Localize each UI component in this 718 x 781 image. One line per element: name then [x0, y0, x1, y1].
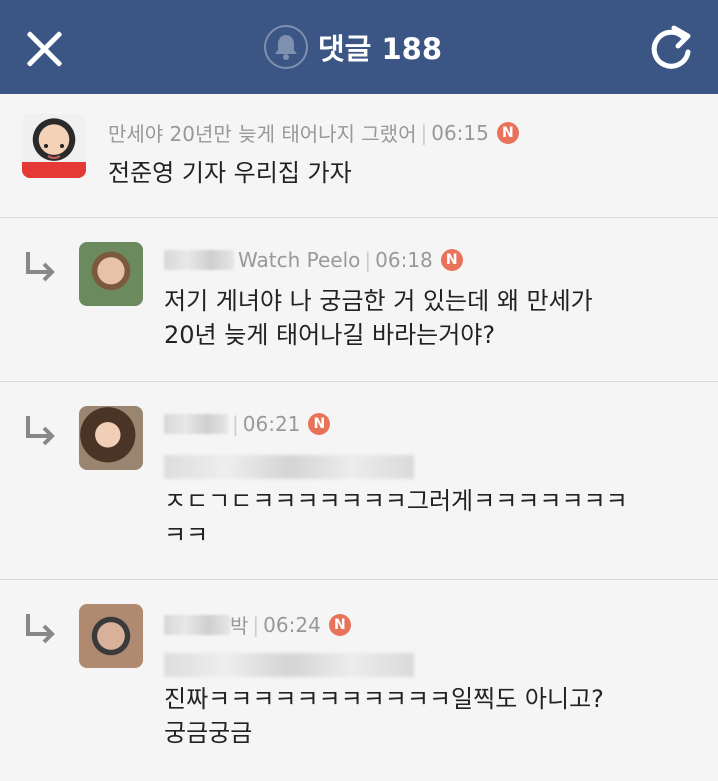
author-name[interactable]: 박: [230, 610, 248, 639]
title-area: 댓글 188: [264, 24, 442, 70]
comment-time: 06:21: [242, 412, 301, 436]
comment-time: 06:15: [431, 120, 489, 145]
comment-meta: | 06:21 N: [164, 412, 331, 436]
reply-arrow-icon: [26, 252, 55, 282]
avatar[interactable]: [79, 242, 143, 306]
reply-arrow-icon: [26, 614, 55, 644]
comment-meta: Watch Peelo | 06:18 N: [164, 248, 463, 272]
reply-item[interactable]: Watch Peelo | 06:18 N 저기 게녀야 나 궁금한 거 있는데…: [0, 218, 718, 382]
comment-text-line1: ㅈㄷㄱㄷㅋㅋㅋㅋㅋㅋㅋ그러게ㅋㅋㅋㅋㅋㅋㅋ: [164, 487, 628, 515]
comment-meta: 박 | 06:24 N: [164, 610, 351, 639]
reply-item[interactable]: 박 | 06:24 N 진짜ㅋㅋㅋㅋㅋㅋㅋㅋㅋㅋㅋ일찍도 아니고? 궁금궁금: [0, 580, 718, 781]
new-badge: N: [308, 413, 331, 435]
avatar[interactable]: [79, 406, 143, 470]
new-badge: N: [328, 613, 351, 636]
comment-text: 전준영 기자 우리집 가자: [108, 159, 352, 187]
close-icon[interactable]: [22, 26, 66, 70]
comment-text-line1: 진짜ㅋㅋㅋㅋㅋㅋㅋㅋㅋㅋㅋ일찍도 아니고?: [164, 685, 604, 713]
comment-time: 06:24: [263, 612, 321, 637]
comment-text-line2: 궁금궁금: [164, 719, 253, 747]
avatar[interactable]: [22, 114, 86, 178]
mention-tag[interactable]: [164, 452, 414, 480]
reply-item[interactable]: | 06:21 N ㅈㄷㄱㄷㅋㅋㅋㅋㅋㅋㅋ그러게ㅋㅋㅋㅋㅋㅋㅋ ㅋㅋ: [0, 382, 718, 580]
refresh-icon[interactable]: [648, 24, 694, 72]
page-title: 댓글 188: [318, 32, 442, 66]
author-name[interactable]: Watch Peelo: [238, 248, 360, 272]
comment-text-line2: 20년 늦게 태어나길 바라는거야?: [164, 321, 496, 349]
avatar[interactable]: [79, 604, 143, 668]
mention-tag[interactable]: [164, 650, 414, 678]
comment-text-line2: ㅋㅋ: [164, 521, 209, 549]
top-bar: 댓글 188: [0, 0, 718, 94]
new-badge: N: [496, 121, 519, 144]
comment-item[interactable]: 만세야 20년만 늦게 태어나지 그랬어 | 06:15 N 전준영 기자 우리…: [0, 94, 718, 218]
comment-time: 06:18: [375, 248, 433, 272]
comment-text: 진짜ㅋㅋㅋㅋㅋㅋㅋㅋㅋㅋㅋ일찍도 아니고? 궁금궁금: [164, 682, 604, 750]
author-name[interactable]: 만세야 20년만 늦게 태어나지 그랬어: [108, 118, 416, 147]
bell-icon[interactable]: [264, 25, 308, 69]
comment-meta: 만세야 20년만 늦게 태어나지 그랬어 | 06:15 N: [108, 118, 519, 147]
comment-text-line1: 저기 게녀야 나 궁금한 거 있는데 왜 만세가: [164, 287, 593, 315]
comment-text: 저기 게녀야 나 궁금한 거 있는데 왜 만세가 20년 늦게 태어나길 바라는…: [164, 284, 593, 352]
reply-arrow-icon: [26, 416, 55, 446]
comment-text: ㅈㄷㄱㄷㅋㅋㅋㅋㅋㅋㅋ그러게ㅋㅋㅋㅋㅋㅋㅋ ㅋㅋ: [164, 484, 628, 552]
new-badge: N: [440, 249, 463, 271]
